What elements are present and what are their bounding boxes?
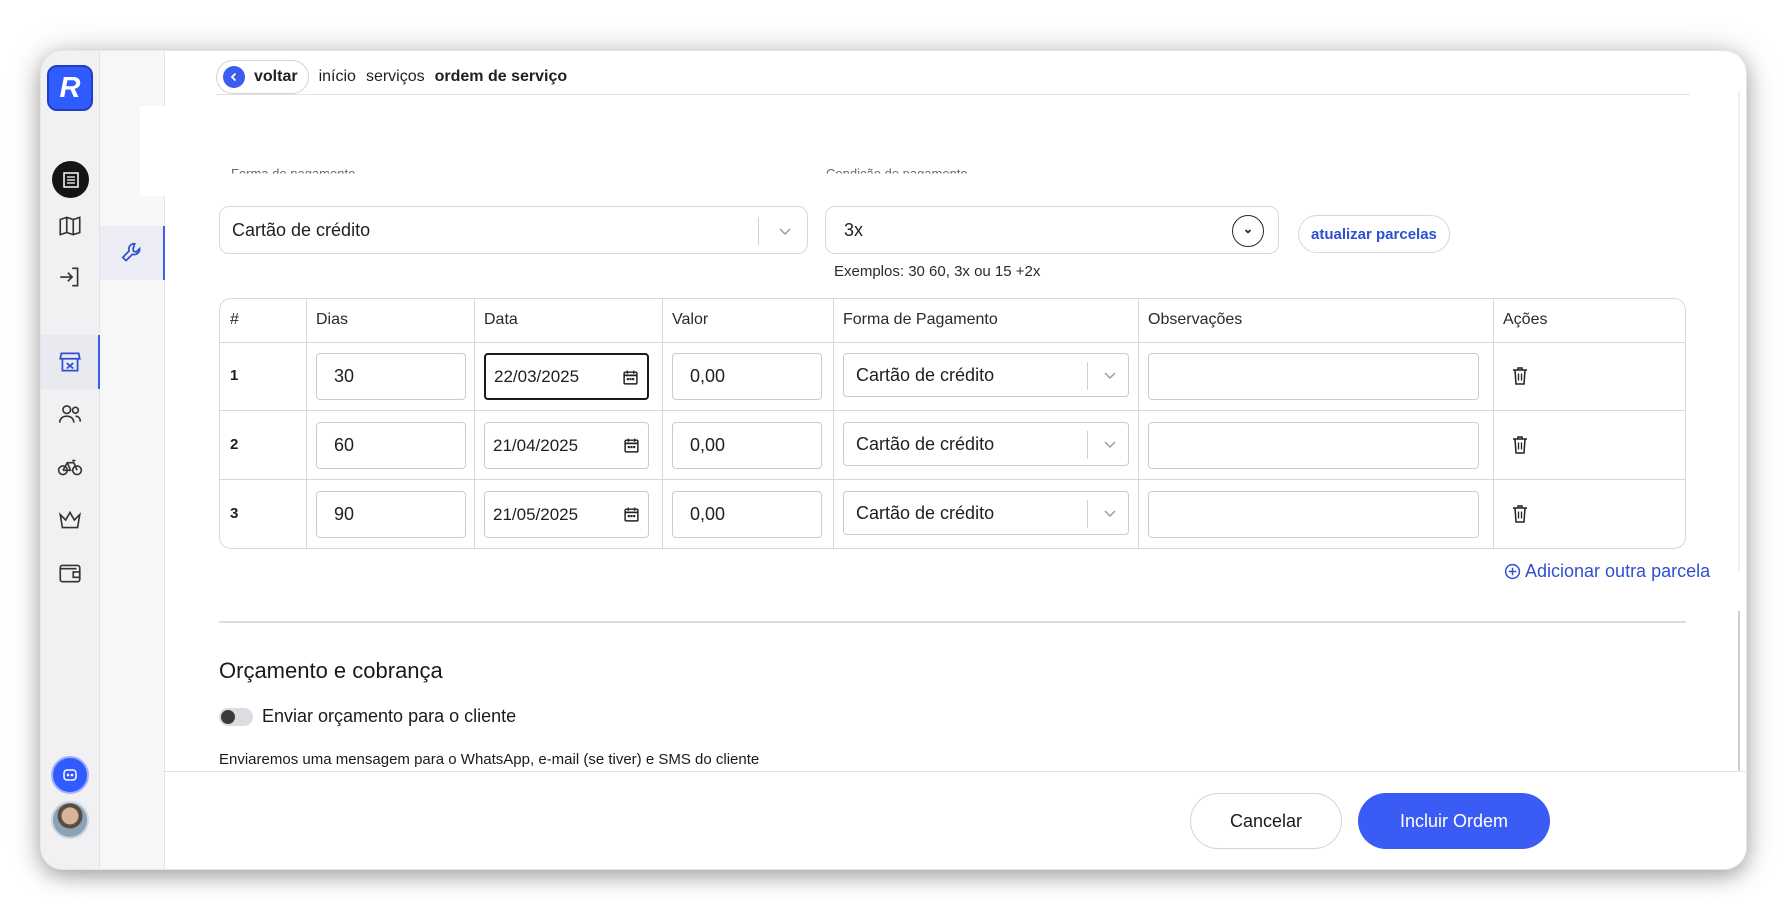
col-days: Dias — [316, 311, 349, 328]
payment-condition-label: Condição de pagamento — [826, 166, 968, 181]
row-number: 1 — [230, 367, 239, 384]
payment-method-value: Cartão de crédito — [232, 219, 371, 240]
table-row: 1 30 22/03/2025 0,00 Cartão de crédito — [220, 343, 1685, 411]
include-order-button[interactable]: Incluir Ordem — [1358, 793, 1550, 849]
payment-method-label: Forma de pagamento — [231, 166, 356, 181]
col-actions: Ações — [1503, 311, 1548, 328]
col-notes: Observações — [1148, 311, 1243, 328]
date-value: 21/05/2025 — [493, 504, 579, 524]
payment-method-cell-value: Cartão de crédito — [856, 364, 995, 385]
chevron-down-icon — [779, 228, 791, 236]
value-input[interactable]: 0,00 — [672, 422, 822, 469]
icon-sidebar: R — [41, 51, 100, 869]
assistant-icon[interactable] — [51, 756, 89, 794]
bike-icon[interactable] — [51, 448, 89, 486]
store-icon[interactable] — [51, 343, 89, 381]
notes-input[interactable] — [1148, 491, 1479, 538]
date-input[interactable]: 21/04/2025 — [484, 422, 649, 469]
app-logo[interactable]: R — [47, 65, 93, 111]
table-row: 2 60 21/04/2025 0,00 Cartão de crédito — [220, 412, 1685, 480]
col-value: Valor — [672, 311, 709, 328]
add-installment-link[interactable]: Adicionar outra parcela — [1504, 561, 1710, 582]
date-input[interactable]: 21/05/2025 — [484, 491, 649, 538]
chevron-down-circle-icon[interactable] — [1232, 215, 1264, 247]
date-value: 22/03/2025 — [494, 366, 580, 386]
scrollbar-thumb[interactable] — [1738, 611, 1740, 771]
days-input[interactable]: 30 — [316, 353, 466, 400]
date-value: 21/04/2025 — [493, 435, 579, 455]
breadcrumb-services[interactable]: serviços — [366, 68, 425, 86]
days-input[interactable]: 60 — [316, 422, 466, 469]
payment-method-cell-select[interactable]: Cartão de crédito — [843, 353, 1129, 397]
add-installment-label: Adicionar outra parcela — [1525, 561, 1711, 581]
organization-avatar[interactable] — [52, 161, 89, 198]
map-icon[interactable] — [51, 207, 89, 245]
table-row: 3 90 21/05/2025 0,00 Cartão de crédito — [220, 481, 1685, 548]
wrench-icon[interactable] — [100, 226, 165, 280]
payment-method-cell-select[interactable]: Cartão de crédito — [843, 422, 1129, 466]
payment-method-select[interactable]: Cartão de crédito — [219, 206, 808, 254]
trash-icon[interactable] — [1510, 434, 1530, 456]
col-number: # — [230, 311, 239, 328]
crown-icon[interactable] — [51, 501, 89, 539]
value-input[interactable]: 0,00 — [672, 353, 822, 400]
days-input[interactable]: 90 — [316, 491, 466, 538]
breadcrumb: voltar início serviços ordem de serviço — [216, 60, 567, 94]
notes-input[interactable] — [1148, 422, 1479, 469]
value-input[interactable]: 0,00 — [672, 491, 822, 538]
payment-condition-value: 3x — [844, 219, 864, 240]
logo-letter: R — [59, 71, 81, 104]
app-window: R voltar início serviços ordem de serviç… — [41, 51, 1746, 869]
chevron-down-icon — [1104, 372, 1116, 380]
user-avatar[interactable] — [51, 801, 89, 839]
row-number: 3 — [230, 505, 239, 522]
scrollbar-track — [1738, 91, 1740, 571]
wallet-icon[interactable] — [51, 554, 89, 592]
send-budget-toggle[interactable] — [219, 708, 253, 726]
breadcrumb-current: ordem de serviço — [434, 68, 568, 85]
budget-note: Enviaremos uma mensagem para o WhatsApp,… — [219, 751, 760, 768]
login-icon[interactable] — [51, 258, 89, 296]
row-number: 2 — [230, 436, 239, 453]
section-divider — [219, 621, 1686, 623]
calendar-icon[interactable] — [623, 437, 640, 454]
calendar-icon[interactable] — [622, 369, 639, 386]
breadcrumb-home[interactable]: início — [319, 68, 356, 86]
budget-section-title: Orçamento e cobrança — [219, 658, 443, 683]
overlay-patch — [140, 106, 180, 196]
col-date: Data — [484, 311, 518, 328]
trash-icon[interactable] — [1510, 365, 1530, 387]
payment-method-cell-value: Cartão de crédito — [856, 502, 995, 523]
installments-table: # Dias Data Valor Forma de Pagamento Obs… — [219, 298, 1686, 549]
payment-method-cell-select[interactable]: Cartão de crédito — [843, 491, 1129, 535]
toggle-knob — [221, 710, 235, 724]
back-button[interactable]: voltar — [216, 60, 309, 94]
users-icon[interactable] — [51, 395, 89, 433]
plus-circle-icon — [1504, 563, 1521, 580]
calendar-icon[interactable] — [623, 506, 640, 523]
trash-icon[interactable] — [1510, 503, 1530, 525]
select-separator — [758, 217, 759, 245]
send-budget-label[interactable]: Enviar orçamento para o cliente — [262, 706, 516, 727]
col-payment-method: Forma de Pagamento — [843, 311, 998, 328]
condition-hint: Exemplos: 30 60, 3x ou 15 +2x — [834, 263, 1041, 280]
header-divider — [216, 94, 1690, 95]
update-installments-button[interactable]: atualizar parcelas — [1298, 215, 1450, 253]
notes-input[interactable] — [1148, 353, 1479, 400]
chevron-down-icon — [1104, 510, 1116, 518]
payment-condition-input[interactable]: 3x — [825, 206, 1279, 254]
payment-method-cell-value: Cartão de crédito — [856, 433, 995, 454]
cancel-button[interactable]: Cancelar — [1190, 793, 1342, 849]
back-label: voltar — [254, 68, 298, 85]
date-input[interactable]: 22/03/2025 — [484, 353, 649, 400]
chevron-left-icon — [223, 66, 245, 88]
table-header: # Dias Data Valor Forma de Pagamento Obs… — [220, 299, 1685, 343]
chevron-down-icon — [1104, 441, 1116, 449]
